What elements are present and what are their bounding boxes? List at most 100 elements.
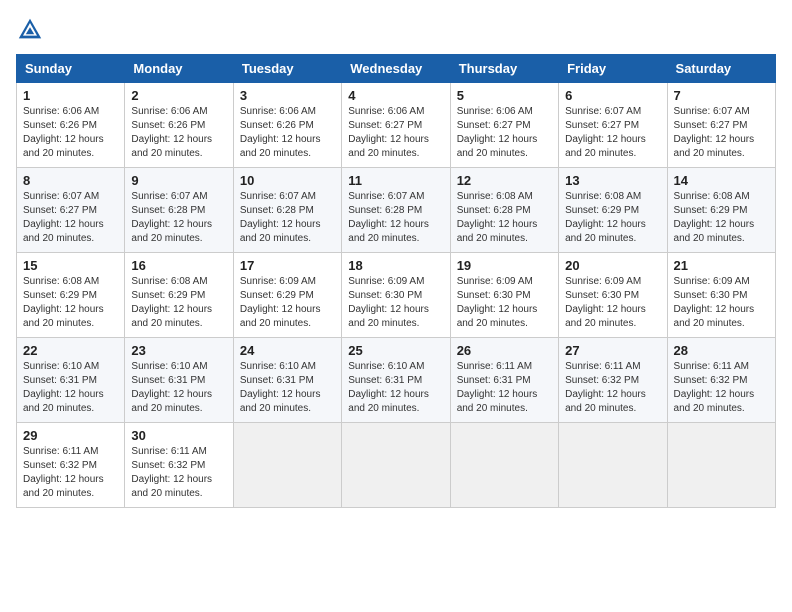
day-info: Sunrise: 6:07 AMSunset: 6:28 PMDaylight:… bbox=[240, 190, 335, 246]
day-info: Sunrise: 6:07 AMSunset: 6:27 PMDaylight:… bbox=[674, 105, 769, 161]
weekday-header-saturday: Saturday bbox=[667, 55, 775, 83]
calendar-cell bbox=[233, 423, 341, 508]
day-info: Sunrise: 6:08 AMSunset: 6:29 PMDaylight:… bbox=[674, 190, 769, 246]
day-info: Sunrise: 6:11 AMSunset: 6:31 PMDaylight:… bbox=[457, 360, 552, 416]
day-number: 27 bbox=[565, 343, 660, 358]
week-row-3: 15 Sunrise: 6:08 AMSunset: 6:29 PMDayligh… bbox=[17, 253, 776, 338]
calendar-cell: 12 Sunrise: 6:08 AMSunset: 6:28 PMDayligh… bbox=[450, 168, 558, 253]
day-number: 26 bbox=[457, 343, 552, 358]
day-number: 24 bbox=[240, 343, 335, 358]
logo-icon bbox=[16, 16, 44, 44]
calendar-cell: 1 Sunrise: 6:06 AMSunset: 6:26 PMDaylight… bbox=[17, 83, 125, 168]
day-number: 23 bbox=[131, 343, 226, 358]
day-info: Sunrise: 6:06 AMSunset: 6:26 PMDaylight:… bbox=[131, 105, 226, 161]
calendar-cell: 6Sunrise: 6:07 AMSunset: 6:27 PMDaylight… bbox=[559, 83, 667, 168]
day-info: Sunrise: 6:06 AMSunset: 6:26 PMDaylight:… bbox=[240, 105, 335, 161]
calendar-cell: 16 Sunrise: 6:08 AMSunset: 6:29 PMDayligh… bbox=[125, 253, 233, 338]
calendar-table: SundayMondayTuesdayWednesdayThursdayFrid… bbox=[16, 54, 776, 508]
day-info: Sunrise: 6:07 AMSunset: 6:27 PMDaylight:… bbox=[23, 190, 118, 246]
calendar-cell: 29 Sunrise: 6:11 AMSunset: 6:32 PMDayligh… bbox=[17, 423, 125, 508]
weekday-header-monday: Monday bbox=[125, 55, 233, 83]
day-info: Sunrise: 6:06 AMSunset: 6:27 PMDaylight:… bbox=[457, 105, 552, 161]
day-info: Sunrise: 6:08 AMSunset: 6:29 PMDaylight:… bbox=[131, 275, 226, 331]
day-number: 4 bbox=[348, 88, 443, 103]
calendar-cell: 26 Sunrise: 6:11 AMSunset: 6:31 PMDayligh… bbox=[450, 338, 558, 423]
day-number: 5 bbox=[457, 88, 552, 103]
logo bbox=[16, 16, 48, 44]
day-number: 9 bbox=[131, 173, 226, 188]
calendar-cell bbox=[342, 423, 450, 508]
day-number: 18 bbox=[348, 258, 443, 273]
day-info: Sunrise: 6:06 AMSunset: 6:27 PMDaylight:… bbox=[348, 105, 443, 161]
day-number: 11 bbox=[348, 173, 443, 188]
day-number: 19 bbox=[457, 258, 552, 273]
calendar-cell: 14 Sunrise: 6:08 AMSunset: 6:29 PMDayligh… bbox=[667, 168, 775, 253]
day-info: Sunrise: 6:07 AMSunset: 6:28 PMDaylight:… bbox=[131, 190, 226, 246]
weekday-header-friday: Friday bbox=[559, 55, 667, 83]
calendar-cell: 21 Sunrise: 6:09 AMSunset: 6:30 PMDayligh… bbox=[667, 253, 775, 338]
weekday-header-sunday: Sunday bbox=[17, 55, 125, 83]
calendar-cell: 3 Sunrise: 6:06 AMSunset: 6:26 PMDaylight… bbox=[233, 83, 341, 168]
day-info: Sunrise: 6:10 AMSunset: 6:31 PMDaylight:… bbox=[23, 360, 118, 416]
day-info: Sunrise: 6:11 AMSunset: 6:32 PMDaylight:… bbox=[23, 445, 118, 501]
day-number: 29 bbox=[23, 428, 118, 443]
day-info: Sunrise: 6:11 AMSunset: 6:32 PMDaylight:… bbox=[131, 445, 226, 501]
day-info: Sunrise: 6:09 AMSunset: 6:30 PMDaylight:… bbox=[457, 275, 552, 331]
calendar-cell: 20 Sunrise: 6:09 AMSunset: 6:30 PMDayligh… bbox=[559, 253, 667, 338]
day-number: 17 bbox=[240, 258, 335, 273]
day-number: 16 bbox=[131, 258, 226, 273]
day-number: 21 bbox=[674, 258, 769, 273]
calendar-cell: 11Sunrise: 6:07 AMSunset: 6:28 PMDayligh… bbox=[342, 168, 450, 253]
week-row-4: 22 Sunrise: 6:10 AMSunset: 6:31 PMDayligh… bbox=[17, 338, 776, 423]
day-number: 7 bbox=[674, 88, 769, 103]
calendar-cell: 5 Sunrise: 6:06 AMSunset: 6:27 PMDaylight… bbox=[450, 83, 558, 168]
day-number: 20 bbox=[565, 258, 660, 273]
weekday-header-wednesday: Wednesday bbox=[342, 55, 450, 83]
day-info: Sunrise: 6:08 AMSunset: 6:28 PMDaylight:… bbox=[457, 190, 552, 246]
day-number: 14 bbox=[674, 173, 769, 188]
calendar-cell: 22 Sunrise: 6:10 AMSunset: 6:31 PMDayligh… bbox=[17, 338, 125, 423]
week-row-5: 29 Sunrise: 6:11 AMSunset: 6:32 PMDayligh… bbox=[17, 423, 776, 508]
day-info: Sunrise: 6:09 AMSunset: 6:30 PMDaylight:… bbox=[565, 275, 660, 331]
calendar-cell: 4 Sunrise: 6:06 AMSunset: 6:27 PMDaylight… bbox=[342, 83, 450, 168]
day-info: Sunrise: 6:09 AMSunset: 6:30 PMDaylight:… bbox=[674, 275, 769, 331]
calendar-cell: 10Sunrise: 6:07 AMSunset: 6:28 PMDayligh… bbox=[233, 168, 341, 253]
calendar-cell: 27 Sunrise: 6:11 AMSunset: 6:32 PMDayligh… bbox=[559, 338, 667, 423]
day-number: 1 bbox=[23, 88, 118, 103]
week-row-1: 1 Sunrise: 6:06 AMSunset: 6:26 PMDaylight… bbox=[17, 83, 776, 168]
day-number: 30 bbox=[131, 428, 226, 443]
day-number: 3 bbox=[240, 88, 335, 103]
day-number: 15 bbox=[23, 258, 118, 273]
calendar-cell: 15Sunrise: 6:08 AMSunset: 6:29 PMDayligh… bbox=[17, 253, 125, 338]
calendar-cell: 25 Sunrise: 6:10 AMSunset: 6:31 PMDayligh… bbox=[342, 338, 450, 423]
day-info: Sunrise: 6:09 AMSunset: 6:30 PMDaylight:… bbox=[348, 275, 443, 331]
day-number: 28 bbox=[674, 343, 769, 358]
calendar-cell: 13Sunrise: 6:08 AMSunset: 6:29 PMDayligh… bbox=[559, 168, 667, 253]
weekday-header-thursday: Thursday bbox=[450, 55, 558, 83]
calendar-cell: 19 Sunrise: 6:09 AMSunset: 6:30 PMDayligh… bbox=[450, 253, 558, 338]
day-info: Sunrise: 6:10 AMSunset: 6:31 PMDaylight:… bbox=[348, 360, 443, 416]
calendar-cell bbox=[559, 423, 667, 508]
day-number: 12 bbox=[457, 173, 552, 188]
calendar-cell: 24 Sunrise: 6:10 AMSunset: 6:31 PMDayligh… bbox=[233, 338, 341, 423]
day-number: 25 bbox=[348, 343, 443, 358]
calendar-cell: 23Sunrise: 6:10 AMSunset: 6:31 PMDayligh… bbox=[125, 338, 233, 423]
page-header bbox=[16, 16, 776, 44]
day-number: 13 bbox=[565, 173, 660, 188]
day-info: Sunrise: 6:10 AMSunset: 6:31 PMDaylight:… bbox=[240, 360, 335, 416]
day-info: Sunrise: 6:11 AMSunset: 6:32 PMDaylight:… bbox=[565, 360, 660, 416]
calendar-cell: 9 Sunrise: 6:07 AMSunset: 6:28 PMDaylight… bbox=[125, 168, 233, 253]
calendar-cell bbox=[667, 423, 775, 508]
day-number: 2 bbox=[131, 88, 226, 103]
calendar-cell: 18 Sunrise: 6:09 AMSunset: 6:30 PMDayligh… bbox=[342, 253, 450, 338]
day-info: Sunrise: 6:06 AMSunset: 6:26 PMDaylight:… bbox=[23, 105, 118, 161]
calendar-cell: 30 Sunrise: 6:11 AMSunset: 6:32 PMDayligh… bbox=[125, 423, 233, 508]
calendar-cell: 8Sunrise: 6:07 AMSunset: 6:27 PMDaylight… bbox=[17, 168, 125, 253]
week-row-2: 8Sunrise: 6:07 AMSunset: 6:27 PMDaylight… bbox=[17, 168, 776, 253]
day-info: Sunrise: 6:11 AMSunset: 6:32 PMDaylight:… bbox=[674, 360, 769, 416]
calendar-cell: 28 Sunrise: 6:11 AMSunset: 6:32 PMDayligh… bbox=[667, 338, 775, 423]
calendar-cell: 17Sunrise: 6:09 AMSunset: 6:29 PMDayligh… bbox=[233, 253, 341, 338]
day-number: 22 bbox=[23, 343, 118, 358]
calendar-cell bbox=[450, 423, 558, 508]
calendar-header-row: SundayMondayTuesdayWednesdayThursdayFrid… bbox=[17, 55, 776, 83]
